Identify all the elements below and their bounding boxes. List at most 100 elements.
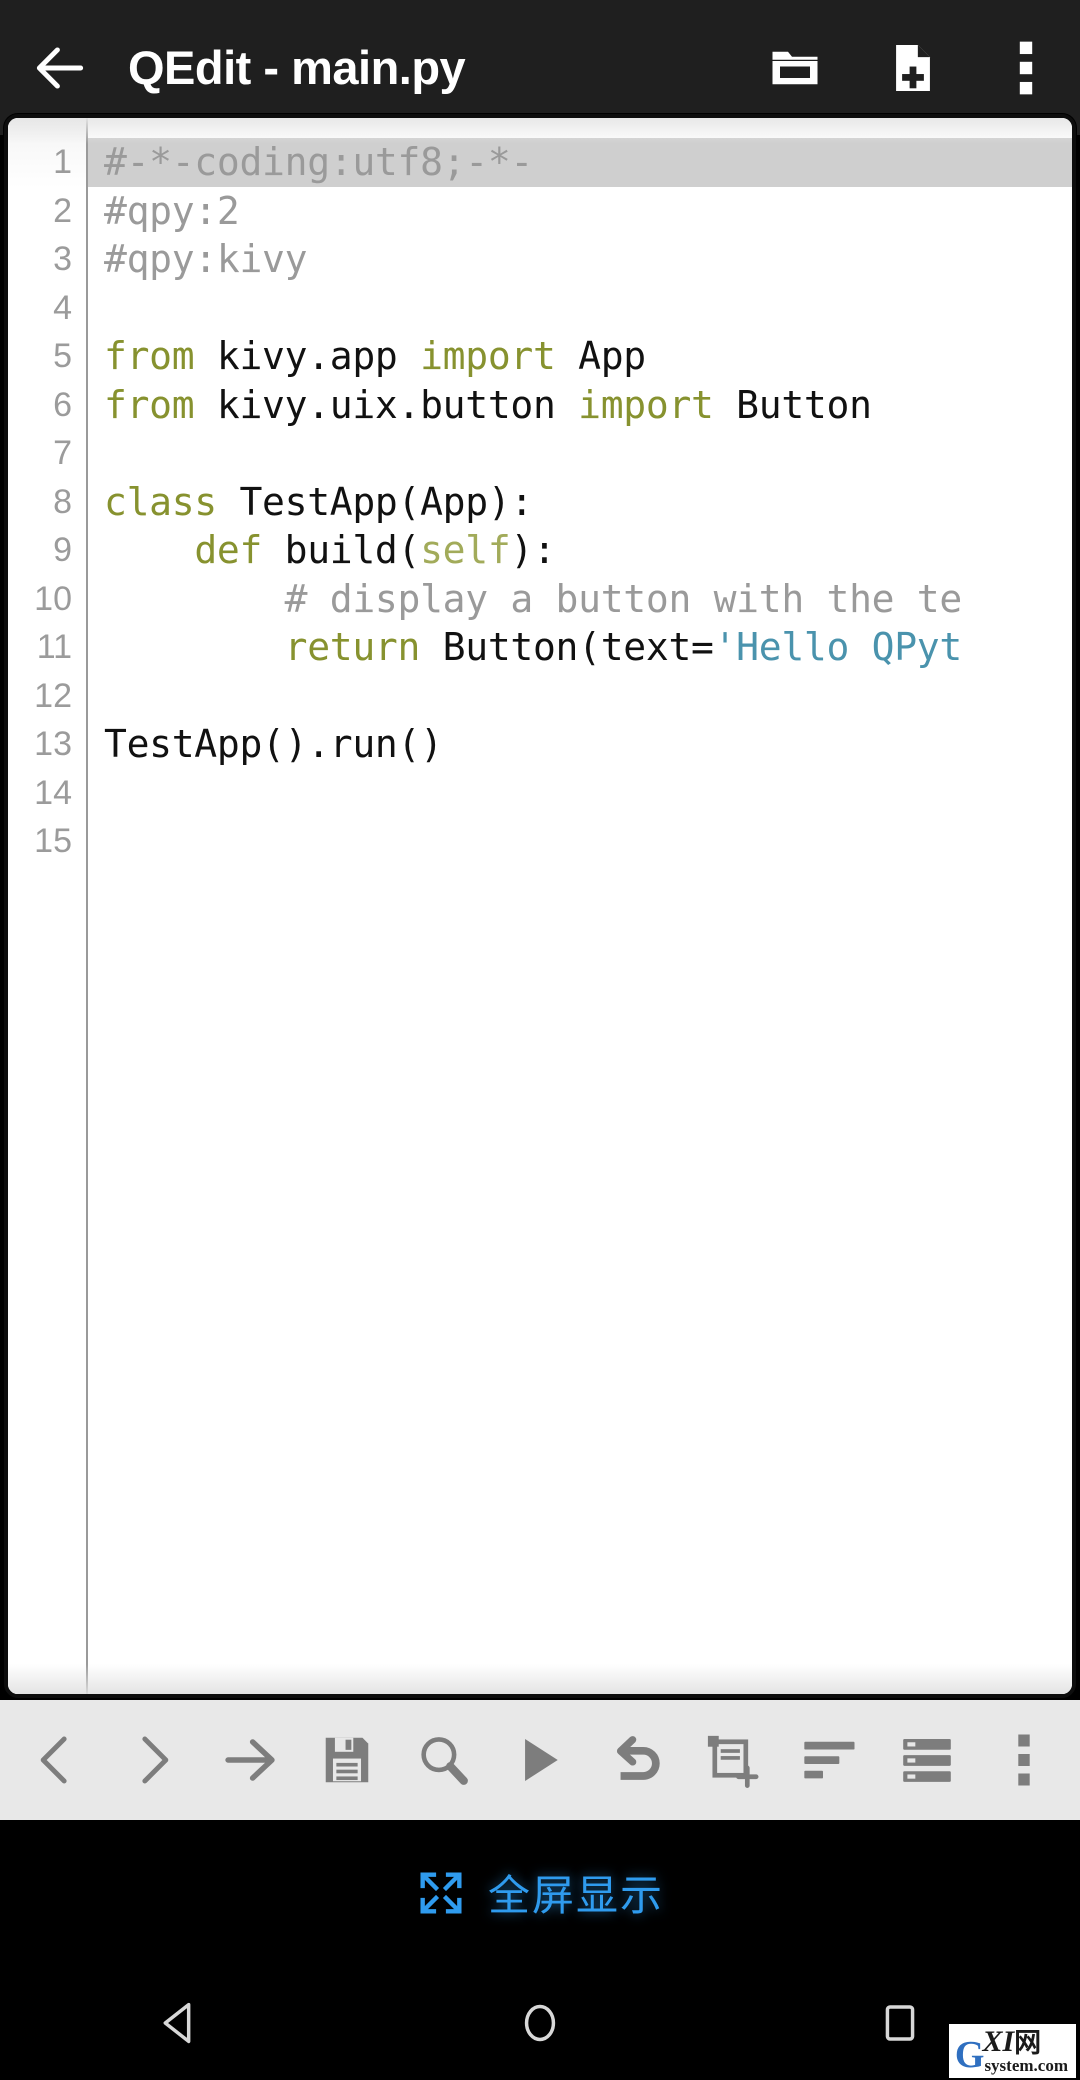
- code-token: # display a button with the te: [104, 576, 963, 621]
- toolbar-arrow-right-button[interactable]: [201, 1700, 298, 1820]
- code-token: def: [194, 528, 263, 572]
- device-screen: QEdit - main.py 1 2 3 4 5 6 7 8 9 10 11 …: [0, 0, 1080, 2080]
- code-line[interactable]: #qpy:2: [88, 187, 1072, 236]
- code-token: App: [555, 334, 646, 378]
- toolbar-overflow-menu-button[interactable]: [975, 1700, 1072, 1820]
- code-text-area[interactable]: #-*-coding:utf8;-*- #qpy:2 #qpy:kivy from …: [88, 118, 1072, 1694]
- code-token: kivy.uix.button: [194, 382, 579, 427]
- page-title: QEdit - main.py: [128, 41, 466, 94]
- code-token: #qpy:2: [104, 188, 240, 233]
- code-token: 'Hello QPyt: [713, 625, 963, 669]
- toolbar-duplicate-add-button[interactable]: [685, 1700, 782, 1820]
- line-number: 7: [53, 434, 72, 472]
- watermark-sub: system.com: [984, 2056, 1068, 2075]
- code-line[interactable]: [88, 429, 1072, 478]
- android-home-icon: [524, 2004, 556, 2041]
- duplicate-add-icon: [707, 1735, 758, 1788]
- folder-open-icon: [772, 51, 818, 84]
- code-line[interactable]: # display a button with the te: [88, 575, 1072, 624]
- line-number: 3: [53, 240, 72, 278]
- code-line[interactable]: from kivy.app import App: [88, 332, 1072, 381]
- line-number: 15: [34, 822, 72, 860]
- code-token: TestApp(App):: [216, 479, 533, 524]
- code-token: Button(text=: [420, 625, 714, 669]
- watermark-g: G: [954, 2034, 985, 2076]
- editor-inner: 1 2 3 4 5 6 7 8 9 10 11 12 13 14 15 #-*-coding:utf8;-*…: [8, 118, 1072, 1694]
- fullscreen-label: 全屏显示: [487, 1872, 664, 1919]
- nav-back-button[interactable]: [80, 1965, 280, 2080]
- line-number: 8: [53, 482, 72, 521]
- editor-toolbar: [0, 1700, 1080, 1820]
- code-token: from: [104, 382, 195, 427]
- watermark-xi: XI: [982, 2025, 1015, 2058]
- toolbar-undo-button[interactable]: [588, 1700, 685, 1820]
- chevron-left-icon: [41, 1736, 67, 1784]
- code-token: class: [104, 479, 217, 524]
- line-number-gutter: 1 2 3 4 5 6 7 8 9 10 11 12 13 14 15: [8, 118, 88, 1694]
- line-number: 13: [34, 725, 72, 763]
- code-line[interactable]: [88, 769, 1072, 818]
- android-recents-icon: [885, 2004, 915, 2041]
- expand-fullscreen-icon: [420, 1871, 462, 1914]
- list-rows-icon: [903, 1739, 951, 1782]
- editor-panel[interactable]: 1 2 3 4 5 6 7 8 9 10 11 12 13 14 15 #-*-coding:utf8;-*…: [4, 114, 1076, 1698]
- play-run-icon: [525, 1739, 558, 1781]
- code-line[interactable]: [88, 284, 1072, 333]
- toolbar-chevron-left-button[interactable]: [8, 1700, 105, 1820]
- nav-home-button[interactable]: [440, 1965, 640, 2080]
- line-number: 5: [53, 337, 72, 375]
- toolbar-align-left-button[interactable]: [782, 1700, 879, 1820]
- code-line[interactable]: TestApp().run(): [88, 720, 1072, 769]
- align-left-icon: [804, 1741, 855, 1779]
- line-number: 4: [53, 288, 72, 327]
- line-number: 2: [53, 191, 72, 230]
- chevron-right-icon: [142, 1736, 169, 1784]
- undo-icon: [616, 1736, 660, 1780]
- watermark: G XI 网 system.com: [948, 2024, 1076, 2078]
- code-line[interactable]: #qpy:kivy: [88, 235, 1072, 284]
- line-number: 11: [36, 628, 72, 666]
- watermark-row: XI 网: [982, 2027, 1041, 2057]
- overflow-menu-icon: [1018, 1734, 1030, 1786]
- code-line[interactable]: class TestApp(App):: [88, 478, 1072, 527]
- toolbar-chevron-right-button[interactable]: [105, 1700, 202, 1820]
- line-number: 14: [34, 773, 72, 812]
- code-token: TestApp().run(): [104, 722, 443, 766]
- code-line[interactable]: def build(self):: [88, 526, 1072, 575]
- line-number: 6: [53, 385, 72, 424]
- code-line[interactable]: [88, 672, 1072, 721]
- code-token: ):: [510, 528, 556, 572]
- line-number: 10: [34, 579, 72, 618]
- line-number: 12: [34, 676, 72, 715]
- fullscreen-hint-bar[interactable]: 全屏显示: [0, 1820, 1080, 1965]
- search-icon: [421, 1737, 469, 1785]
- file-new-icon: [896, 44, 930, 91]
- toolbar-save-floppy-button[interactable]: [298, 1700, 395, 1820]
- android-back-icon: [163, 2002, 191, 2043]
- code-line[interactable]: return Button(text='Hello QPyt: [88, 623, 1072, 672]
- code-token: from: [104, 334, 195, 378]
- code-token: import: [578, 382, 714, 427]
- code-token: kivy.app: [194, 334, 421, 378]
- code-token: self: [420, 528, 511, 572]
- android-nav-bar: [0, 1965, 1080, 2080]
- code-token: Button: [713, 382, 872, 427]
- watermark-stack: XI 网 system.com: [982, 2027, 1068, 2075]
- code-token: build(: [262, 528, 421, 572]
- overflow-menu-icon: [1019, 41, 1033, 94]
- toolbar-play-run-button[interactable]: [492, 1700, 589, 1820]
- toolbar-search-button[interactable]: [395, 1700, 492, 1820]
- line-number: 1: [53, 143, 72, 181]
- line-number: 9: [53, 531, 72, 569]
- code-token: return: [284, 625, 421, 669]
- watermark-cn: 网: [1014, 2028, 1042, 2058]
- toolbar-list-rows-button[interactable]: [879, 1700, 976, 1820]
- code-token: #-*-coding:utf8;-*-: [104, 140, 533, 184]
- arrow-right-icon: [225, 1739, 275, 1781]
- save-floppy-icon: [325, 1737, 368, 1783]
- code-line[interactable]: #-*-coding:utf8;-*-: [88, 138, 1072, 187]
- code-line[interactable]: from kivy.uix.button import Button: [88, 381, 1072, 430]
- code-line[interactable]: [88, 817, 1072, 866]
